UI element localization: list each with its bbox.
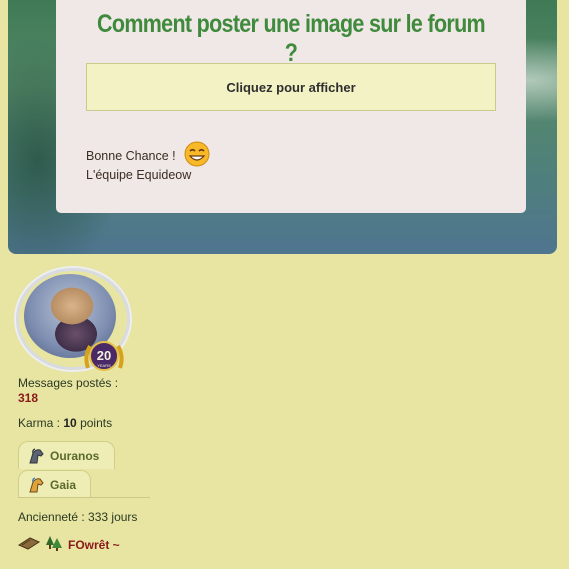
karma-value: 10 — [63, 416, 77, 430]
forest-name[interactable]: FOwrêt ~ — [68, 538, 120, 552]
message-card: Comment poster une image sur le forum ? … — [56, 0, 526, 213]
card-title: Comment poster une image sur le forum ? — [97, 10, 486, 67]
signature-text: L'équipe Equideow — [86, 168, 192, 182]
horse-head-icon — [27, 476, 45, 494]
header-banner: Comment poster une image sur le forum ? … — [8, 0, 557, 254]
tab-gaia[interactable]: Gaia — [18, 470, 91, 498]
avatar[interactable]: 20 YEARS — [14, 266, 132, 376]
messages-count: 318 — [18, 391, 39, 405]
forest-link-row[interactable]: FOwrêt ~ — [17, 535, 120, 554]
spoiler-button[interactable]: Cliquez pour afficher — [86, 63, 496, 111]
messages-label: Messages postés : — [18, 376, 119, 390]
karma-line: Karma : 10 points — [18, 416, 112, 430]
karma-label: Karma : — [18, 416, 61, 430]
badge-number: 20 — [97, 348, 111, 363]
horse-head-icon — [27, 447, 45, 465]
tab-divider — [18, 497, 150, 498]
smiley-icon — [184, 141, 210, 170]
tab-ouranos[interactable]: Ouranos — [18, 441, 115, 469]
tab-gaia-label: Gaia — [50, 477, 77, 492]
badge-caption: YEARS — [97, 363, 111, 368]
trees-icon — [45, 535, 63, 554]
anniversary-badge-icon: 20 YEARS — [84, 338, 124, 374]
seniority-text: Ancienneté : 333 jours — [18, 510, 138, 524]
tab-ouranos-label: Ouranos — [50, 448, 100, 463]
plank-icon — [17, 536, 41, 553]
message-line: Bonne Chance ! — [86, 141, 210, 170]
karma-unit: points — [80, 416, 113, 430]
good-luck-text: Bonne Chance ! — [86, 148, 176, 163]
